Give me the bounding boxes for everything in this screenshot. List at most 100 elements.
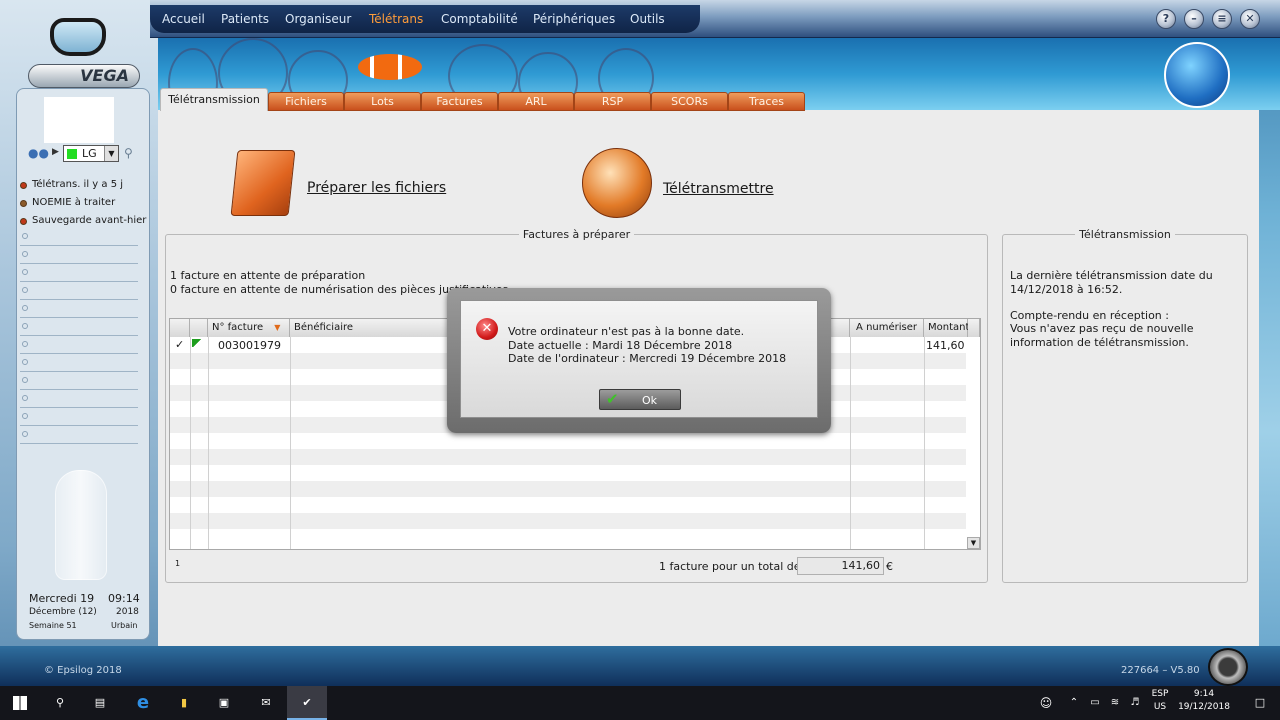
ok-label: Ok (642, 394, 658, 407)
search-icon[interactable]: ⚲ (40, 686, 80, 720)
gauge-icon (1208, 648, 1248, 686)
column-header-flag[interactable] (190, 319, 208, 337)
user-select[interactable]: LG ▼ (63, 145, 119, 162)
column-header-check[interactable] (170, 319, 190, 337)
status-line-1: 1 facture en attente de préparation (170, 269, 366, 282)
user-code: LG (82, 147, 97, 160)
prepare-files-button[interactable]: Préparer les fichiers (230, 148, 452, 218)
empty-circle-icon (22, 233, 28, 239)
green-flag-icon (192, 339, 202, 347)
help-button[interactable]: ? (1156, 9, 1176, 29)
empty-circle-icon (22, 395, 28, 401)
users-icon[interactable]: ●● (28, 146, 50, 160)
total-label: 1 facture pour un total de (659, 560, 801, 573)
globe-logo (1164, 42, 1230, 108)
wifi-icon[interactable]: ≋ (1104, 686, 1126, 720)
menu-outils[interactable]: Outils (630, 12, 665, 26)
total-value-field: 141,60 (797, 557, 884, 575)
sidebar-empty-slot (20, 300, 138, 318)
column-header-num[interactable]: N° facture ▼ (208, 319, 290, 337)
transmit-button[interactable]: Télétransmettre (580, 148, 800, 218)
mask-logo (50, 18, 106, 56)
task-view-icon[interactable]: ▤ (80, 686, 120, 720)
teletrans-line-3: Compte-rendu en réception : (1010, 309, 1169, 322)
sidebar-empty-slot (20, 318, 138, 336)
date-box: Mercredi 19 09:14 Décembre (12) 2018 Sem… (22, 588, 146, 636)
tab-scors[interactable]: SCORs (651, 92, 728, 111)
minimize-button[interactable]: – (1184, 9, 1204, 29)
user-photo (44, 97, 114, 143)
dialog-line-1: Votre ordinateur n'est pas à la bonne da… (508, 325, 745, 338)
restore-button[interactable]: ≡ (1212, 9, 1232, 29)
facture-montant: 141,60 (926, 339, 965, 352)
menu-patients[interactable]: Patients (221, 12, 269, 26)
sidebar-empty-slot (20, 354, 138, 372)
teletrans-line-2: 14/12/2018 à 16:52. (1010, 283, 1123, 296)
clownfish-icon (358, 54, 422, 80)
people-icon[interactable]: ☺ (1026, 686, 1066, 720)
sidebar-empty-slot (20, 336, 138, 354)
search-icon[interactable]: ⚲ (124, 146, 133, 160)
clock[interactable]: 9:14 19/12/2018 (1176, 689, 1232, 712)
folder-icon (230, 150, 296, 216)
mail-icon[interactable]: ✉ (246, 686, 286, 720)
page-number: 1 (175, 559, 181, 568)
dialog-line-3: Date de l'ordinateur : Mercredi 19 Décem… (508, 352, 787, 365)
error-dialog-body: ✕ Votre ordinateur n'est pas à la bonne … (460, 300, 818, 418)
keyboard-layout: US (1153, 702, 1167, 712)
checkmark-icon: ✔ (606, 390, 619, 408)
tab-fichiers[interactable]: Fichiers (268, 92, 344, 111)
taskbar: ⚲ ▤ e ▮ ▣ ✉ ✔ ☺ ⌃ ▭ ≋ ♬ ESP US 9:14 19/1… (0, 686, 1280, 720)
empty-circle-icon (22, 413, 28, 419)
language-indicator[interactable]: ESP US (1150, 689, 1170, 712)
windows-start-icon[interactable] (0, 686, 40, 720)
sidebar-empty-slot (20, 264, 138, 282)
date-month: Décembre (12) (29, 607, 97, 617)
sidebar-empty-slot (20, 282, 138, 300)
tank-illustration (55, 470, 107, 580)
date-year: 2018 (116, 607, 139, 617)
tab-rsp[interactable]: RSP (574, 92, 651, 111)
sidebar-item-noemie[interactable]: NOEMIE à traiter (20, 195, 150, 213)
menu-teletrans[interactable]: Télétrans (369, 12, 423, 26)
sidebar-item-teletrans[interactable]: Télétrans. il y a 5 j (20, 177, 150, 195)
store-icon[interactable]: ▣ (204, 686, 244, 720)
empty-circle-icon (22, 305, 28, 311)
ok-button[interactable]: ✔ Ok (599, 389, 681, 410)
edge-icon[interactable]: e (123, 686, 163, 720)
close-button[interactable]: ✕ (1240, 9, 1260, 29)
clock-time: 9:14 (1193, 689, 1215, 699)
teletrans-line-4: Vous n'avez pas reçu de nouvelle (1010, 322, 1194, 335)
app-footer: © Epsilog 2018 227664 – V5.80 (0, 646, 1280, 686)
battery-icon[interactable]: ▭ (1084, 686, 1106, 720)
empty-circle-icon (22, 341, 28, 347)
sidebar-empty-slot (20, 390, 138, 408)
empty-circle-icon (22, 251, 28, 257)
check-icon[interactable]: ✓ (175, 338, 184, 351)
vega-app-icon[interactable]: ✔ (287, 686, 327, 720)
notification-icon[interactable]: □ (1240, 686, 1280, 720)
tab-factures[interactable]: Factures (421, 92, 498, 111)
column-header-a-numeriser[interactable]: A numériser (850, 319, 924, 337)
globe-transmit-icon (582, 148, 652, 218)
factures-legend: Factures à préparer (522, 228, 631, 241)
tab-traces[interactable]: Traces (728, 92, 805, 111)
tab-lots[interactable]: Lots (344, 92, 421, 111)
tab-arl[interactable]: ARL (498, 92, 574, 111)
menu-organiseur[interactable]: Organiseur (285, 12, 351, 26)
empty-circle-icon (22, 287, 28, 293)
transmit-label: Télétransmettre (663, 181, 774, 197)
tab-teletransmission[interactable]: Télétransmission (160, 88, 268, 111)
file-explorer-icon[interactable]: ▮ (164, 686, 204, 720)
error-icon: ✕ (476, 318, 498, 340)
chevron-up-icon[interactable]: ⌃ (1062, 686, 1086, 720)
menu-peripheriques[interactable]: Périphériques (533, 12, 615, 26)
column-header-montant[interactable]: Montant (924, 319, 969, 337)
menu-comptabilite[interactable]: Comptabilité (441, 12, 518, 26)
menu-accueil[interactable]: Accueil (162, 12, 205, 26)
chevron-down-icon[interactable]: ▼ (104, 146, 118, 161)
column-menu-icon[interactable] (968, 319, 980, 337)
volume-icon[interactable]: ♬ (1124, 686, 1146, 720)
scrollbar[interactable]: ▼ (967, 537, 980, 549)
prepare-files-label: Préparer les fichiers (307, 180, 447, 196)
